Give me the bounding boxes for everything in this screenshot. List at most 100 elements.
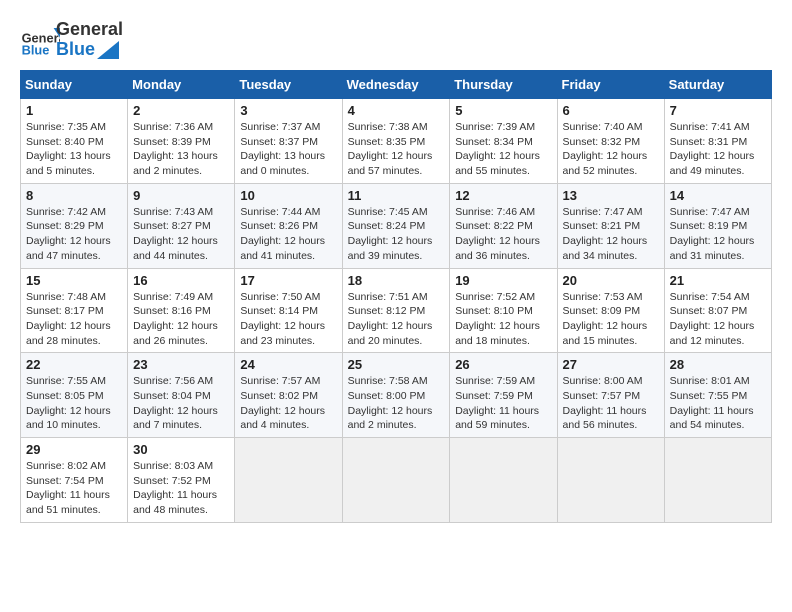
day-number: 13 [563,188,659,203]
logo-blue-text: Blue [56,40,123,60]
day-info: Sunrise: 8:01 AMSunset: 7:55 PMDaylight:… [670,374,766,433]
day-number: 2 [133,103,229,118]
calendar-cell: 7 Sunrise: 7:41 AMSunset: 8:31 PMDaylight… [664,99,771,184]
day-number: 28 [670,357,766,372]
calendar-week-1: 1Sunrise: 7:35 AMSunset: 8:40 PMDaylight… [21,99,772,184]
day-info: Sunrise: 7:39 AMSunset: 8:34 PMDaylight:… [455,120,551,179]
day-info: Sunrise: 8:02 AMSunset: 7:54 PMDaylight:… [26,459,122,518]
day-number: 24 [240,357,336,372]
day-info: Sunrise: 7:44 AMSunset: 8:26 PMDaylight:… [240,205,336,264]
calendar-cell: 1Sunrise: 7:35 AMSunset: 8:40 PMDaylight… [21,99,128,184]
calendar-cell: 22Sunrise: 7:55 AMSunset: 8:05 PMDayligh… [21,353,128,438]
calendar-cell: 26 Sunrise: 7:59 AMSunset: 7:59 PMDayligh… [450,353,557,438]
day-info: Sunrise: 7:54 AMSunset: 8:07 PMDaylight:… [670,290,766,349]
day-info: Sunrise: 7:36 AMSunset: 8:39 PMDaylight:… [133,120,229,179]
calendar-cell [235,438,342,523]
day-number: 18 [348,273,445,288]
calendar-cell [664,438,771,523]
calendar-header-thursday: Thursday [450,71,557,99]
day-number: 10 [240,188,336,203]
calendar-cell: 8Sunrise: 7:42 AMSunset: 8:29 PMDaylight… [21,183,128,268]
day-number: 9 [133,188,229,203]
calendar-header-friday: Friday [557,71,664,99]
day-info: Sunrise: 7:52 AMSunset: 8:10 PMDaylight:… [455,290,551,349]
day-number: 4 [348,103,445,118]
calendar-cell: 10 Sunrise: 7:44 AMSunset: 8:26 PMDayligh… [235,183,342,268]
day-info: Sunrise: 7:40 AMSunset: 8:32 PMDaylight:… [563,120,659,179]
calendar-week-4: 22Sunrise: 7:55 AMSunset: 8:05 PMDayligh… [21,353,772,438]
day-number: 17 [240,273,336,288]
day-number: 23 [133,357,229,372]
day-info: Sunrise: 7:35 AMSunset: 8:40 PMDaylight:… [26,120,122,179]
day-info: Sunrise: 7:48 AMSunset: 8:17 PMDaylight:… [26,290,122,349]
day-number: 16 [133,273,229,288]
day-number: 25 [348,357,445,372]
day-info: Sunrise: 7:55 AMSunset: 8:05 PMDaylight:… [26,374,122,433]
calendar-cell: 27 Sunrise: 8:00 AMSunset: 7:57 PMDayligh… [557,353,664,438]
calendar-cell: 24 Sunrise: 7:57 AMSunset: 8:02 PMDayligh… [235,353,342,438]
day-number: 20 [563,273,659,288]
calendar-cell: 4 Sunrise: 7:38 AMSunset: 8:35 PMDaylight… [342,99,450,184]
day-number: 11 [348,188,445,203]
day-number: 27 [563,357,659,372]
calendar-cell: 11 Sunrise: 7:45 AMSunset: 8:24 PMDayligh… [342,183,450,268]
day-number: 3 [240,103,336,118]
day-info: Sunrise: 7:49 AMSunset: 8:16 PMDaylight:… [133,290,229,349]
day-info: Sunrise: 7:53 AMSunset: 8:09 PMDaylight:… [563,290,659,349]
day-info: Sunrise: 7:56 AMSunset: 8:04 PMDaylight:… [133,374,229,433]
day-number: 6 [563,103,659,118]
calendar-cell: 16 Sunrise: 7:49 AMSunset: 8:16 PMDayligh… [128,268,235,353]
svg-text:Blue: Blue [22,42,50,57]
day-number: 7 [670,103,766,118]
calendar-cell: 2 Sunrise: 7:36 AMSunset: 8:39 PMDaylight… [128,99,235,184]
calendar-cell: 6 Sunrise: 7:40 AMSunset: 8:32 PMDaylight… [557,99,664,184]
page-header: General Blue General Blue [20,20,772,60]
day-number: 15 [26,273,122,288]
calendar-cell [342,438,450,523]
day-number: 12 [455,188,551,203]
calendar-header-saturday: Saturday [664,71,771,99]
day-info: Sunrise: 7:46 AMSunset: 8:22 PMDaylight:… [455,205,551,264]
calendar-cell: 9 Sunrise: 7:43 AMSunset: 8:27 PMDaylight… [128,183,235,268]
day-info: Sunrise: 7:51 AMSunset: 8:12 PMDaylight:… [348,290,445,349]
calendar-header-wednesday: Wednesday [342,71,450,99]
day-info: Sunrise: 7:41 AMSunset: 8:31 PMDaylight:… [670,120,766,179]
day-info: Sunrise: 7:57 AMSunset: 8:02 PMDaylight:… [240,374,336,433]
calendar-cell: 21 Sunrise: 7:54 AMSunset: 8:07 PMDayligh… [664,268,771,353]
calendar-week-2: 8Sunrise: 7:42 AMSunset: 8:29 PMDaylight… [21,183,772,268]
day-info: Sunrise: 7:37 AMSunset: 8:37 PMDaylight:… [240,120,336,179]
day-info: Sunrise: 7:50 AMSunset: 8:14 PMDaylight:… [240,290,336,349]
calendar-cell: 12 Sunrise: 7:46 AMSunset: 8:22 PMDayligh… [450,183,557,268]
day-info: Sunrise: 8:03 AMSunset: 7:52 PMDaylight:… [133,459,229,518]
calendar-cell: 18 Sunrise: 7:51 AMSunset: 8:12 PMDayligh… [342,268,450,353]
day-number: 5 [455,103,551,118]
day-number: 26 [455,357,551,372]
day-number: 21 [670,273,766,288]
day-info: Sunrise: 7:43 AMSunset: 8:27 PMDaylight:… [133,205,229,264]
day-info: Sunrise: 7:38 AMSunset: 8:35 PMDaylight:… [348,120,445,179]
day-number: 30 [133,442,229,457]
calendar-header-monday: Monday [128,71,235,99]
calendar-cell: 28 Sunrise: 8:01 AMSunset: 7:55 PMDayligh… [664,353,771,438]
day-info: Sunrise: 8:00 AMSunset: 7:57 PMDaylight:… [563,374,659,433]
calendar-cell: 19 Sunrise: 7:52 AMSunset: 8:10 PMDayligh… [450,268,557,353]
day-number: 19 [455,273,551,288]
day-number: 8 [26,188,122,203]
logo-general-text: General [56,20,123,40]
calendar-cell: 23 Sunrise: 7:56 AMSunset: 8:04 PMDayligh… [128,353,235,438]
day-info: Sunrise: 7:59 AMSunset: 7:59 PMDaylight:… [455,374,551,433]
logo-icon: General Blue [20,20,60,60]
calendar-week-3: 15 Sunrise: 7:48 AMSunset: 8:17 PMDayligh… [21,268,772,353]
calendar-header-sunday: Sunday [21,71,128,99]
calendar-cell: 15 Sunrise: 7:48 AMSunset: 8:17 PMDayligh… [21,268,128,353]
logo: General Blue General Blue [20,20,123,60]
calendar-cell: 29Sunrise: 8:02 AMSunset: 7:54 PMDayligh… [21,438,128,523]
calendar-header-tuesday: Tuesday [235,71,342,99]
day-info: Sunrise: 7:45 AMSunset: 8:24 PMDaylight:… [348,205,445,264]
day-info: Sunrise: 7:47 AMSunset: 8:19 PMDaylight:… [670,205,766,264]
calendar-header-row: SundayMondayTuesdayWednesdayThursdayFrid… [21,71,772,99]
calendar-cell: 13Sunrise: 7:47 AMSunset: 8:21 PMDayligh… [557,183,664,268]
calendar-cell: 20 Sunrise: 7:53 AMSunset: 8:09 PMDayligh… [557,268,664,353]
day-info: Sunrise: 7:58 AMSunset: 8:00 PMDaylight:… [348,374,445,433]
calendar-table: SundayMondayTuesdayWednesdayThursdayFrid… [20,70,772,523]
